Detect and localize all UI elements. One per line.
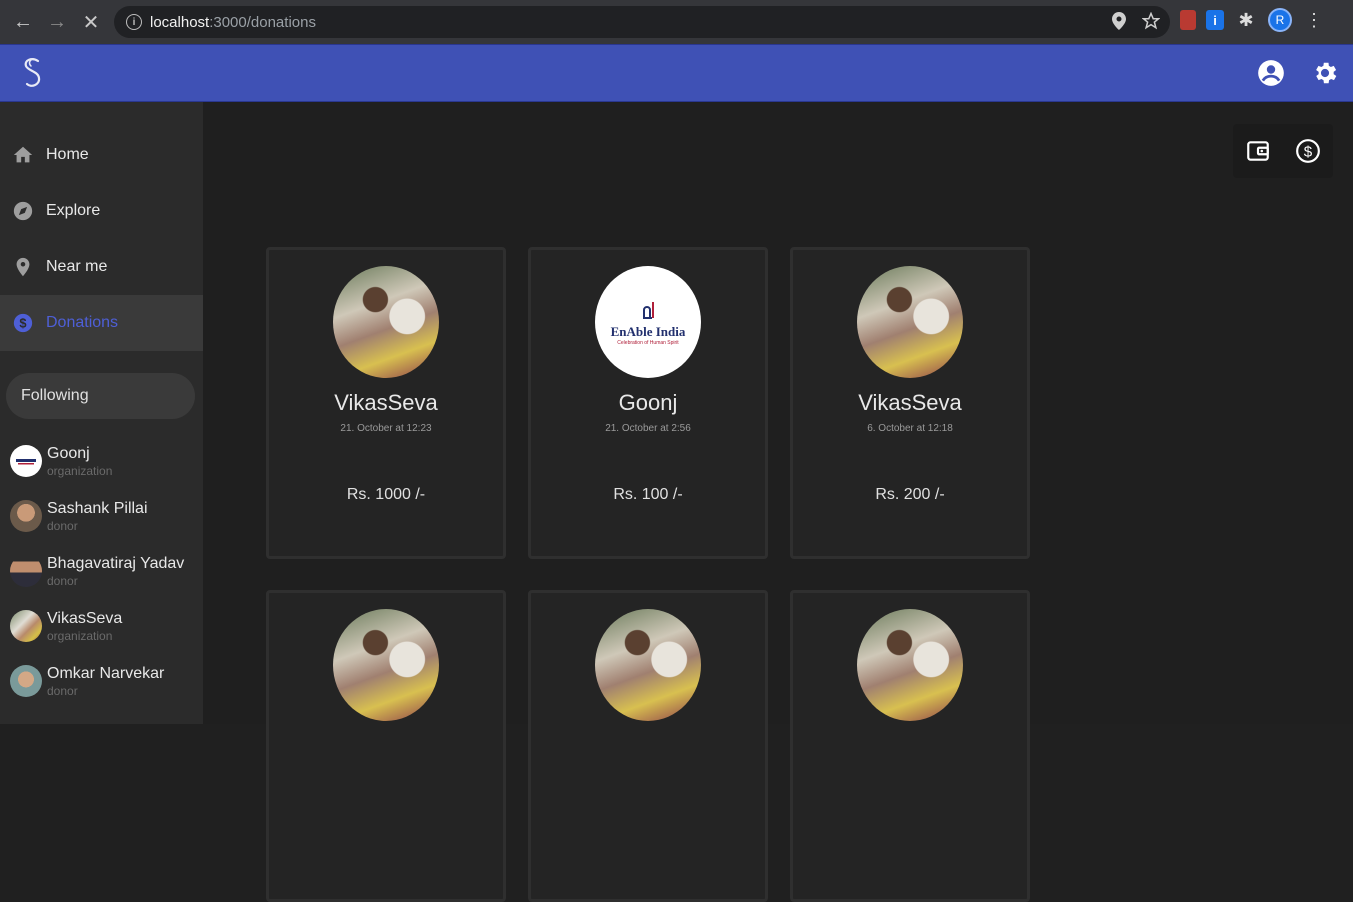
location-pin-icon [16,257,30,277]
following-header[interactable]: Following [6,373,195,419]
donation-photo [595,609,701,721]
avatar [10,664,42,697]
enable-india-logo: EnAble India Celebration of Human Spirit [595,266,701,378]
browser-toolbar: ← → ✕ i localhost:3000/donations i ✱ R ⋮ [0,0,1353,44]
enable-india-logo [16,458,36,464]
logo-title: EnAble India [610,324,686,339]
avatar [10,554,42,587]
info-extension-icon[interactable]: i [1206,10,1224,30]
action-bar: $ [1233,124,1333,178]
donation-card[interactable] [790,590,1030,902]
sidebar-item-label: Near me [46,258,108,275]
donation-recipient: Goonj [618,390,678,415]
site-info-icon[interactable]: i [126,14,142,30]
sidebar-item-explore[interactable]: Explore [0,183,203,239]
donation-photo [333,266,439,378]
donation-date: 6. October at 12:18 [867,423,953,434]
donation-amount: Rs. 1000 /- [346,486,426,503]
donation-photo [857,609,963,721]
donation-card[interactable]: EnAble India Celebration of Human Spirit… [528,247,768,559]
following-role: donor [47,683,78,698]
following-name: Goonj [47,444,90,462]
sidebar-item-donations[interactable]: $ Donations [0,295,203,351]
following-name: VikasSeva [47,609,123,627]
following-name: Bhagavatiraj Yadav [47,554,185,572]
avatar [10,499,42,532]
following-item-omkar-narvekar[interactable]: Omkar Narvekar donor [0,653,203,708]
svg-text:$: $ [1304,143,1313,160]
url-path: :3000/donations [209,13,316,31]
following-role: donor [47,518,78,533]
profile-avatar[interactable]: R [1268,8,1292,32]
following-item-bhagavatiraj-yadav[interactable]: Bhagavatiraj Yadav donor [0,543,203,598]
bookmark-star-icon[interactable] [1142,12,1160,30]
wallet-icon[interactable] [1245,138,1271,164]
sidebar-item-home[interactable]: Home [0,127,203,183]
bookmark-extension-icon[interactable] [1180,10,1196,30]
svg-text:$: $ [19,316,26,331]
donation-photo [857,266,963,378]
extensions-puzzle-icon[interactable]: ✱ [1234,8,1258,32]
back-icon[interactable]: ← [6,5,40,39]
url-host: localhost [150,13,210,31]
following-name: Omkar Narvekar [47,664,165,682]
location-icon[interactable] [1112,12,1126,30]
enable-logo-mark [643,302,654,319]
following-name: Sashank Pillai [47,499,148,517]
address-bar[interactable]: i localhost:3000/donations [114,6,1170,38]
donations-content: $ VikasSeva 21. October at 12:23 Rs. 100… [203,102,1353,902]
browser-menu-icon[interactable]: ⋮ [1302,8,1326,32]
following-role: organization [47,463,113,478]
sidebar-item-label: Explore [46,202,101,219]
avatar [10,444,42,477]
donation-card[interactable]: VikasSeva 21. October at 12:23 Rs. 1000 … [266,247,506,559]
donation-card[interactable] [528,590,768,902]
home-icon [13,146,33,163]
stop-loading-icon[interactable]: ✕ [74,5,108,39]
donation-date: 21. October at 12:23 [340,423,432,434]
dollar-circle-icon: $ [13,313,33,333]
sidebar: Home Explore Near me $ Donations Followi… [0,102,203,724]
donation-amount: Rs. 200 /- [875,486,945,503]
compass-icon [13,201,33,221]
following-role: donor [47,573,78,588]
following-role: organization [47,628,113,643]
settings-gear-icon[interactable] [1311,59,1339,87]
logo-subtitle: Celebration of Human Spirit [617,340,679,346]
app-logo-icon[interactable] [18,55,48,91]
account-circle-icon[interactable] [1257,59,1285,87]
sidebar-item-near-me[interactable]: Near me [0,239,203,295]
donation-card[interactable] [266,590,506,902]
donation-recipient: VikasSeva [334,390,438,415]
forward-icon[interactable]: → [40,5,74,39]
app-header [0,44,1353,102]
donation-amount: Rs. 100 /- [613,486,683,503]
donation-date: 21. October at 2:56 [605,423,691,434]
sidebar-item-label: Donations [46,314,119,331]
dollar-outline-icon[interactable]: $ [1295,138,1321,164]
following-item-sashank-pillai[interactable]: Sashank Pillai donor [0,488,203,543]
donation-photo [333,609,439,721]
following-item-vikasseva[interactable]: VikasSeva organization [0,598,203,653]
donation-recipient: VikasSeva [858,390,962,415]
donation-card[interactable]: VikasSeva 6. October at 12:18 Rs. 200 /- [790,247,1030,559]
following-item-goonj[interactable]: Goonj organization [0,433,203,488]
avatar [10,609,42,642]
sidebar-item-label: Home [46,146,89,163]
